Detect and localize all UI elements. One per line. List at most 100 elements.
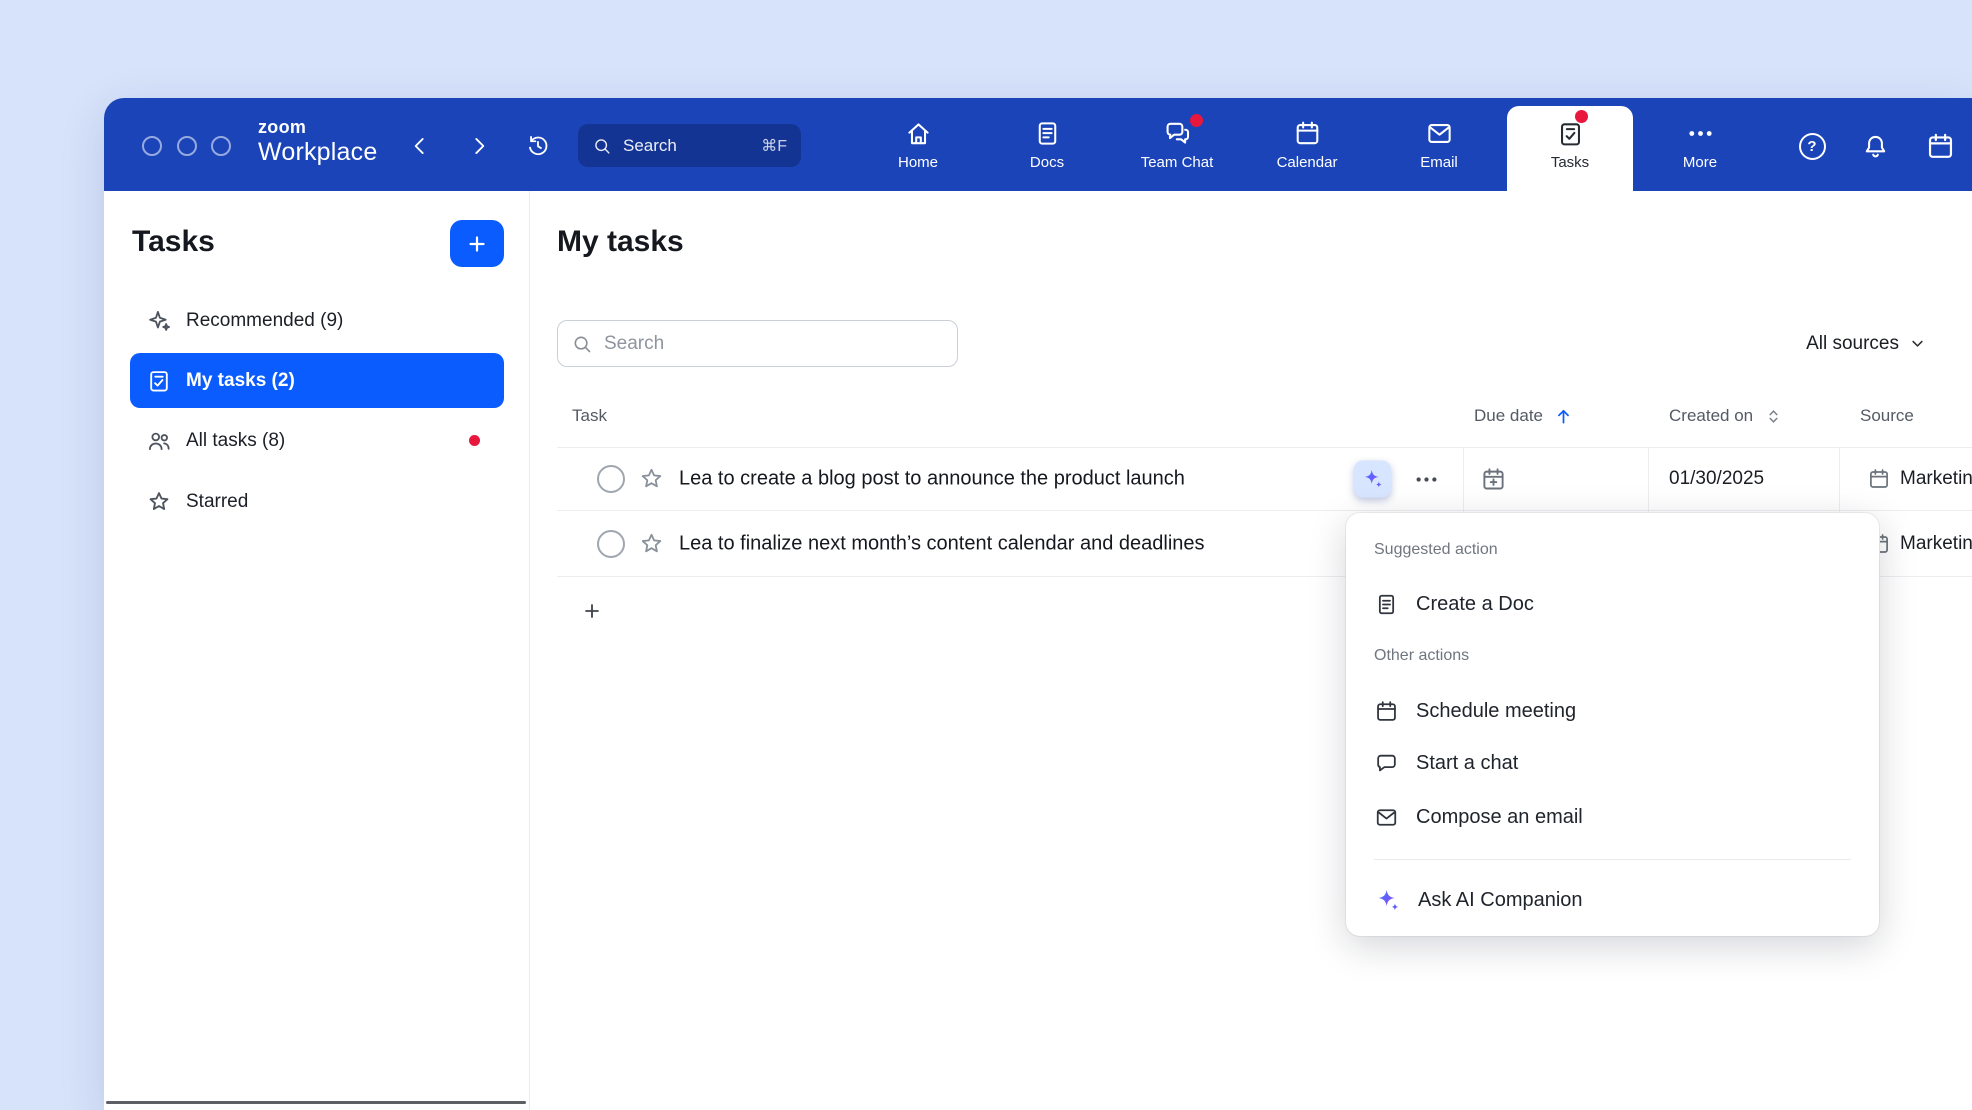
- nav-forward-button[interactable]: [459, 126, 499, 166]
- column-header-due-date[interactable]: Due date: [1474, 385, 1574, 447]
- chat-bubble-icon: [1374, 751, 1399, 776]
- add-task-inline-button[interactable]: [574, 593, 610, 629]
- task-complete-checkbox[interactable]: [597, 465, 625, 493]
- sources-filter-value: All sources: [1806, 333, 1899, 355]
- column-header-source: Source: [1860, 385, 1914, 447]
- popover-section-heading: Other actions: [1374, 647, 1469, 665]
- calendar-icon: [1374, 699, 1399, 724]
- app-logo: zoom Workplace: [258, 118, 377, 165]
- ai-actions-popover: Suggested action Create a Doc Other acti…: [1346, 513, 1879, 936]
- global-search[interactable]: Search ⌘F: [578, 124, 801, 167]
- popover-section-heading: Suggested action: [1374, 541, 1498, 559]
- logo-zoom-text: zoom: [258, 118, 377, 136]
- schedule-button[interactable]: [1920, 126, 1960, 166]
- sidebar-item-label: Recommended (9): [186, 310, 343, 332]
- global-search-placeholder: Search: [623, 136, 677, 156]
- task-search-field[interactable]: [557, 320, 958, 367]
- chevron-left-icon: [407, 133, 433, 159]
- window-bottom-edge: [106, 1101, 526, 1104]
- popover-item-label: Start a chat: [1416, 752, 1518, 775]
- nav-item-docs[interactable]: Docs: [986, 98, 1108, 191]
- all-tasks-notification-dot: [469, 435, 480, 446]
- app-window: zoom Workplace Search ⌘F Home Docs T: [104, 98, 1972, 1110]
- popover-item-ask-ai-companion[interactable]: Ask AI Companion: [1346, 873, 1879, 927]
- popover-item-label: Ask AI Companion: [1418, 889, 1583, 912]
- sidebar-item-all-tasks[interactable]: All tasks (8): [130, 413, 504, 468]
- nav-label: More: [1683, 155, 1717, 170]
- column-divider: [1839, 448, 1840, 510]
- star-icon: [146, 489, 172, 515]
- popover-item-start-chat[interactable]: Start a chat: [1346, 736, 1879, 790]
- help-button[interactable]: ?: [1792, 126, 1832, 166]
- sidebar-item-label: All tasks (8): [186, 430, 285, 452]
- task-title: Lea to create a blog post to announce th…: [679, 468, 1185, 491]
- window-close-button[interactable]: [142, 136, 162, 156]
- sidebar-item-recommended[interactable]: Recommended (9): [130, 293, 504, 348]
- team-chat-notification-dot: [1190, 114, 1203, 127]
- sidebar-item-starred[interactable]: Starred: [130, 474, 504, 529]
- column-header-task: Task: [572, 385, 607, 447]
- nav-item-home[interactable]: Home: [857, 98, 979, 191]
- email-icon: [1374, 805, 1399, 830]
- window-minimize-button[interactable]: [177, 136, 197, 156]
- popover-item-label: Compose an email: [1416, 806, 1583, 829]
- nav-label: Calendar: [1277, 155, 1338, 170]
- nav-label: Tasks: [1551, 155, 1589, 170]
- sort-chevrons-icon: [1763, 406, 1784, 427]
- column-header-created-on[interactable]: Created on: [1669, 385, 1784, 447]
- doc-icon: [1374, 592, 1399, 617]
- source-calendar-icon: [1867, 467, 1891, 491]
- popover-item-compose-email[interactable]: Compose an email: [1346, 790, 1879, 844]
- notifications-button[interactable]: [1855, 126, 1895, 166]
- row-more-actions-button[interactable]: [1405, 458, 1447, 500]
- nav-item-tasks[interactable]: Tasks: [1509, 98, 1631, 191]
- ai-companion-button[interactable]: [1354, 461, 1391, 498]
- star-icon[interactable]: [638, 530, 665, 557]
- sidebar-item-my-tasks[interactable]: My tasks (2): [130, 353, 504, 408]
- task-complete-checkbox[interactable]: [597, 530, 625, 558]
- window-zoom-button[interactable]: [211, 136, 231, 156]
- nav-back-button[interactable]: [400, 126, 440, 166]
- sidebar-title: Tasks: [132, 225, 215, 259]
- nav-label: Docs: [1030, 155, 1064, 170]
- docs-icon: [1033, 119, 1062, 148]
- tasks-notification-dot: [1575, 110, 1588, 123]
- add-task-button[interactable]: [450, 220, 504, 267]
- history-icon: [525, 133, 551, 159]
- column-divider: [1463, 448, 1464, 510]
- ai-sparkle-icon: [1374, 887, 1401, 914]
- source-value: Marketing: [1900, 533, 1972, 555]
- task-search-input[interactable]: [604, 333, 944, 355]
- global-search-shortcut: ⌘F: [761, 136, 787, 156]
- page-title: My tasks: [557, 225, 684, 259]
- email-icon: [1425, 119, 1454, 148]
- popover-item-schedule-meeting[interactable]: Schedule meeting: [1346, 684, 1879, 738]
- my-tasks-icon: [146, 368, 172, 394]
- nav-label: Email: [1420, 155, 1458, 170]
- people-icon: [146, 428, 172, 454]
- nav-item-team-chat[interactable]: Team Chat: [1116, 98, 1238, 191]
- calendar-date-icon: [1925, 131, 1956, 162]
- tasks-icon: [1556, 119, 1585, 148]
- ai-sparkle-icon: [1361, 468, 1384, 491]
- history-button[interactable]: [518, 126, 558, 166]
- popover-item-create-doc[interactable]: Create a Doc: [1346, 577, 1879, 631]
- nav-item-more[interactable]: More: [1639, 98, 1761, 191]
- star-icon[interactable]: [638, 466, 665, 493]
- column-label: Created on: [1669, 406, 1753, 426]
- popover-item-label: Create a Doc: [1416, 593, 1534, 616]
- sources-filter-dropdown[interactable]: All sources: [1806, 320, 1927, 367]
- calendar-icon: [1293, 119, 1322, 148]
- task-row[interactable]: Lea to create a blog post to announce th…: [557, 448, 1972, 511]
- team-chat-icon: [1163, 119, 1192, 148]
- nav-item-calendar[interactable]: Calendar: [1246, 98, 1368, 191]
- nav-label: Team Chat: [1141, 155, 1214, 170]
- nav-label: Home: [898, 155, 938, 170]
- more-ellipsis-icon: [1686, 119, 1715, 148]
- column-label: Task: [572, 406, 607, 426]
- add-due-date-button[interactable]: [1473, 459, 1513, 499]
- search-icon: [571, 333, 593, 355]
- nav-item-email[interactable]: Email: [1378, 98, 1500, 191]
- sidebar-item-label: Starred: [186, 491, 248, 513]
- help-icon: ?: [1799, 133, 1826, 160]
